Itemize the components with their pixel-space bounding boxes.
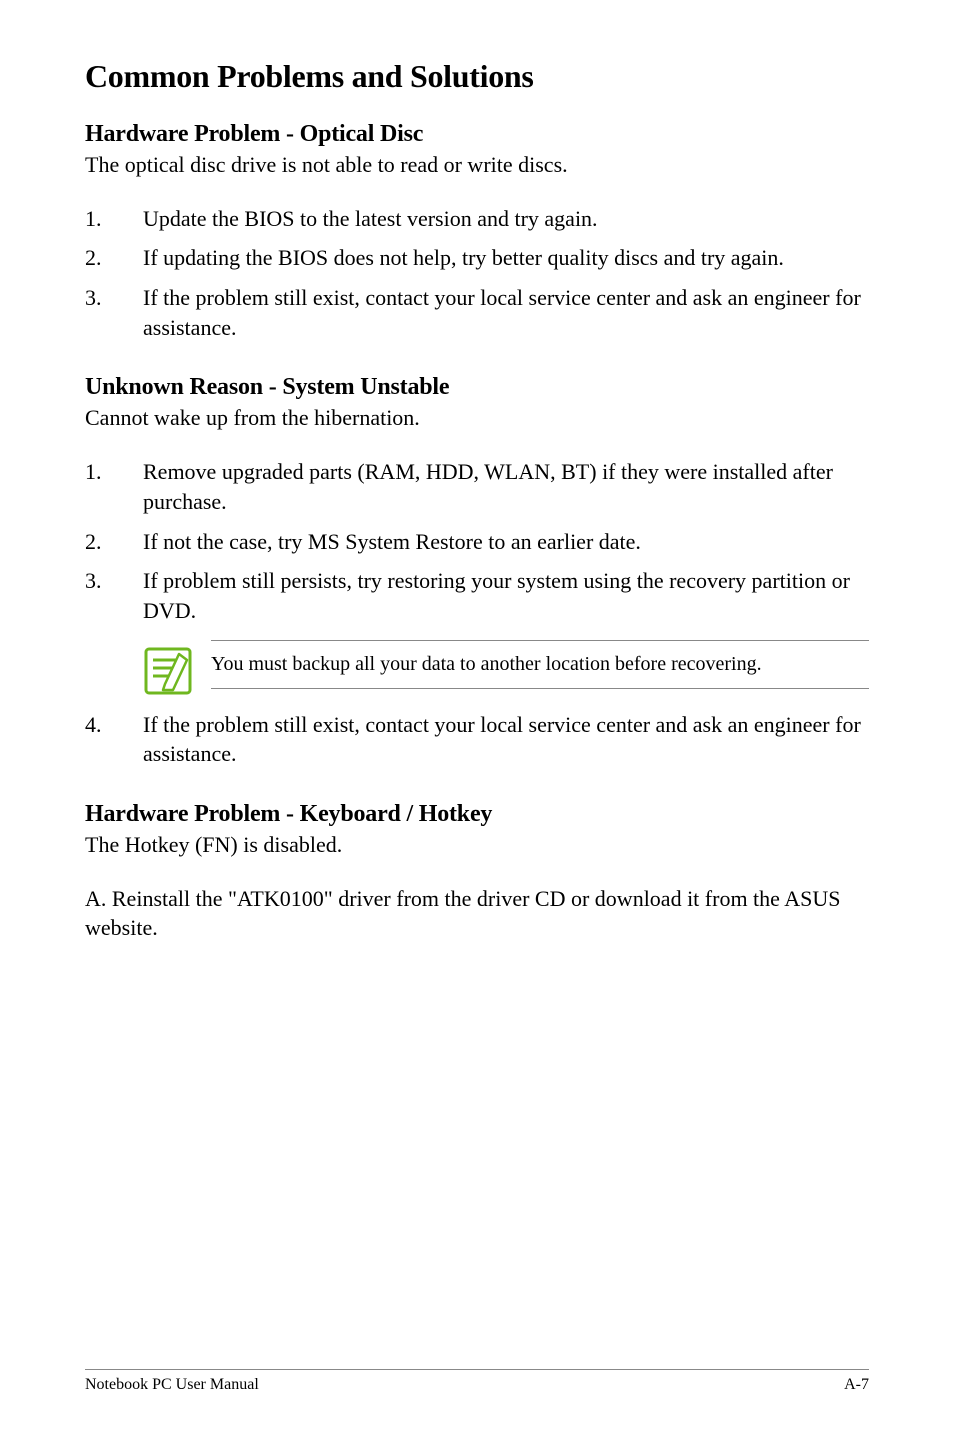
list-item: If not the case, try MS System Restore t… xyxy=(85,527,869,557)
note-text: You must backup all your data to another… xyxy=(211,640,869,689)
section-system-unstable: Unknown Reason - System Unstable Cannot … xyxy=(85,374,869,769)
note-box: You must backup all your data to another… xyxy=(143,640,869,696)
list-item: Update the BIOS to the latest version an… xyxy=(85,204,869,234)
list-item: If problem still persists, try restoring… xyxy=(85,566,869,625)
page-title: Common Problems and Solutions xyxy=(85,58,869,95)
footer-left: Notebook PC User Manual xyxy=(85,1376,259,1394)
section-intro: The Hotkey (FN) is disabled. xyxy=(85,830,869,860)
section-keyboard-hotkey: Hardware Problem - Keyboard / Hotkey The… xyxy=(85,801,869,943)
list-item: Remove upgraded parts (RAM, HDD, WLAN, B… xyxy=(85,457,869,516)
page-footer: Notebook PC User Manual A-7 xyxy=(85,1369,869,1394)
section-intro: Cannot wake up from the hibernation. xyxy=(85,403,869,433)
section-intro: The optical disc drive is not able to re… xyxy=(85,150,869,180)
list-item: If updating the BIOS does not help, try … xyxy=(85,243,869,273)
section-heading: Hardware Problem - Optical Disc xyxy=(85,121,869,148)
footer-right: A-7 xyxy=(844,1376,869,1394)
numbered-list-1: Update the BIOS to the latest version an… xyxy=(85,204,869,343)
section-heading: Unknown Reason - System Unstable xyxy=(85,374,869,401)
section-optical-disc: Hardware Problem - Optical Disc The opti… xyxy=(85,121,869,342)
list-item: If the problem still exist, contact your… xyxy=(85,283,869,342)
numbered-list-2a: Remove upgraded parts (RAM, HDD, WLAN, B… xyxy=(85,457,869,625)
list-item: If the problem still exist, contact your… xyxy=(85,710,869,769)
section-body: A. Reinstall the "ATK0100" driver from t… xyxy=(85,884,869,943)
section-heading: Hardware Problem - Keyboard / Hotkey xyxy=(85,801,869,828)
numbered-list-2b: If the problem still exist, contact your… xyxy=(85,710,869,769)
note-icon xyxy=(143,646,193,696)
